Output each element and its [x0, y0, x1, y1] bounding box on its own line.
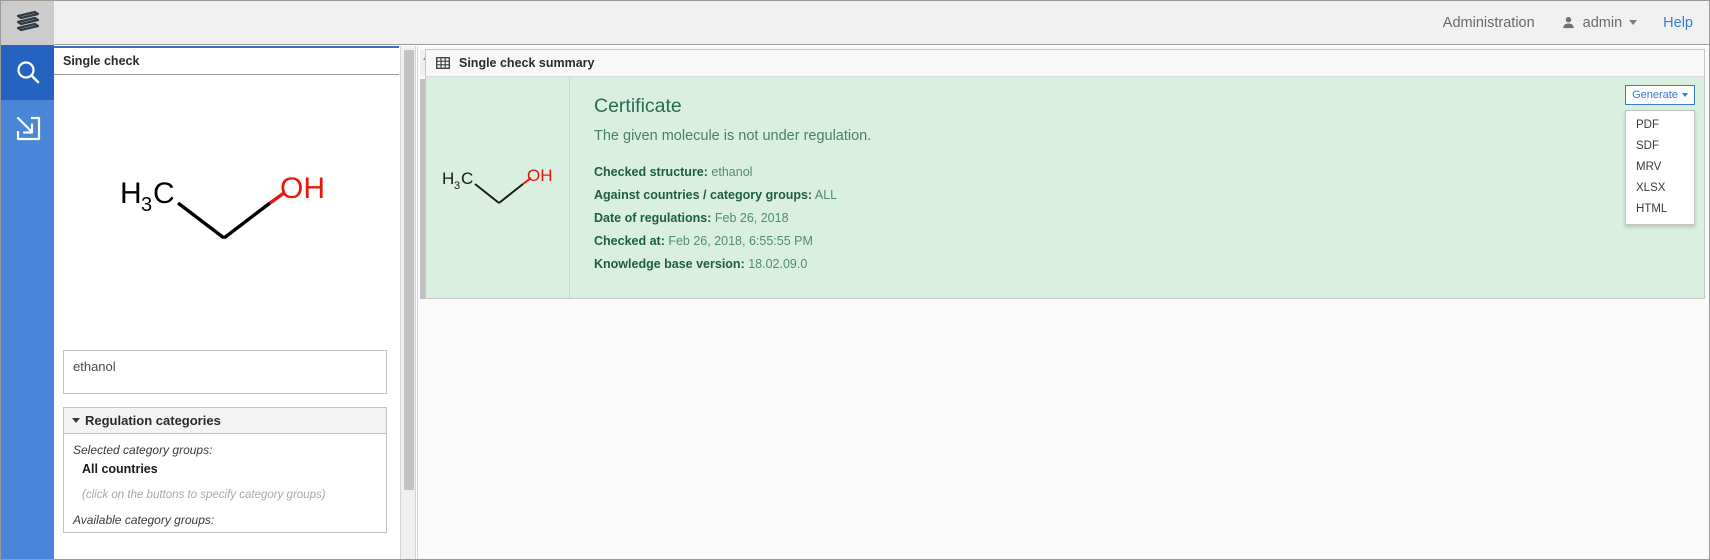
generate-option-mrv[interactable]: MRV	[1626, 157, 1694, 178]
certificate-row: Checked structure: ethanol	[594, 165, 1704, 179]
row-value: Feb 26, 2018, 6:55:55 PM	[668, 234, 813, 248]
row-value: ALL	[815, 188, 837, 202]
regulation-categories-body: Selected category groups: All countries …	[64, 434, 386, 527]
left-panel-scroll-thumb[interactable]	[404, 50, 414, 490]
administration-link[interactable]: Administration	[1443, 15, 1535, 31]
svg-text:3: 3	[141, 194, 152, 216]
generate-option-html[interactable]: HTML	[1626, 199, 1694, 220]
certificate-info: Certificate The given molecule is not un…	[570, 77, 1704, 298]
generate-button[interactable]: Generate	[1625, 85, 1695, 105]
summary-card-title: Single check summary	[459, 56, 594, 70]
ethanol-structure-icon: H 3 C OH	[440, 159, 555, 217]
row-value: Feb 26, 2018	[715, 211, 789, 225]
selected-group-value[interactable]: All countries	[73, 462, 386, 476]
svg-text:H: H	[442, 169, 454, 188]
main-content: Single check summary H 3 C OH Certifi	[417, 46, 1710, 560]
regulation-categories-accordion: Regulation categories Selected category …	[63, 407, 387, 533]
sidebar-item-import[interactable]	[1, 100, 54, 155]
row-value: 18.02.09.0	[748, 257, 807, 271]
row-label: Checked at:	[594, 234, 665, 248]
stacked-layers-logo-icon	[13, 9, 43, 37]
panel-title: Single check	[54, 48, 399, 75]
caret-down-icon	[72, 418, 80, 423]
certificate-subtitle: The given molecule is not under regulati…	[594, 128, 1704, 144]
regulation-categories-title: Regulation categories	[85, 408, 221, 434]
row-label: Knowledge base version:	[594, 257, 745, 271]
single-check-panel: Single check H 3 C OH Regulation categor…	[54, 46, 399, 560]
panel-body: H 3 C OH Regulation categories Selected …	[54, 75, 399, 533]
left-panel-scrollbar[interactable]	[400, 46, 416, 560]
svg-text:OH: OH	[527, 166, 553, 185]
arrow-into-box-icon	[13, 113, 43, 143]
single-check-summary-card: Single check summary H 3 C OH Certifi	[425, 49, 1705, 299]
user-menu[interactable]: admin	[1561, 15, 1638, 31]
row-value: ethanol	[711, 165, 752, 179]
generate-option-sdf[interactable]: SDF	[1626, 136, 1694, 157]
summary-card-header: Single check summary	[426, 50, 1704, 77]
generate-menu: PDF SDF MRV XLSX HTML	[1625, 110, 1695, 225]
generate-option-xlsx[interactable]: XLSX	[1626, 178, 1694, 199]
certificate-row: Checked at: Feb 26, 2018, 6:55:55 PM	[594, 234, 1704, 248]
certificate-body: H 3 C OH Certificate The given molecule …	[426, 77, 1704, 298]
generate-dropdown: Generate PDF SDF MRV XLSX HTML	[1625, 85, 1695, 225]
generate-option-pdf[interactable]: PDF	[1626, 115, 1694, 136]
certificate-row: Date of regulations: Feb 26, 2018	[594, 211, 1704, 225]
certificate-molecule: H 3 C OH	[426, 77, 570, 298]
row-label: Date of regulations:	[594, 211, 711, 225]
search-icon	[13, 58, 43, 88]
svg-text:3: 3	[454, 180, 460, 192]
app-logo	[1, 1, 54, 45]
user-name: admin	[1583, 15, 1623, 31]
svg-text:H: H	[120, 177, 142, 210]
generate-button-label: Generate	[1632, 89, 1678, 101]
help-link[interactable]: Help	[1663, 15, 1693, 31]
row-label: Against countries / category groups:	[594, 188, 812, 202]
application-window: Administration admin Help Single check H…	[0, 0, 1710, 560]
selected-groups-label: Selected category groups:	[73, 443, 386, 457]
certificate-row: Against countries / category groups: ALL	[594, 188, 1704, 202]
top-header: Administration admin Help	[54, 1, 1710, 45]
person-icon	[1561, 15, 1576, 30]
certificate-title: Certificate	[594, 95, 1704, 118]
svg-text:C: C	[461, 169, 473, 188]
available-groups-label: Available category groups:	[73, 513, 386, 527]
ethanol-structure-icon: H 3 C OH	[112, 158, 342, 268]
structure-input[interactable]	[63, 350, 387, 394]
svg-text:OH: OH	[280, 172, 325, 205]
row-label: Checked structure:	[594, 165, 708, 179]
certificate-row: Knowledge base version: 18.02.09.0	[594, 257, 1704, 271]
caret-down-icon	[1682, 93, 1688, 97]
molecule-editor-canvas[interactable]: H 3 C OH	[63, 75, 390, 350]
sidebar-item-search[interactable]	[1, 45, 54, 100]
svg-text:C: C	[153, 177, 175, 210]
sidebar-rail	[1, 1, 54, 560]
table-grid-icon	[436, 56, 450, 70]
chevron-down-icon	[1629, 20, 1637, 25]
regulation-categories-header[interactable]: Regulation categories	[64, 408, 386, 434]
category-groups-hint: (click on the buttons to specify categor…	[73, 489, 386, 501]
